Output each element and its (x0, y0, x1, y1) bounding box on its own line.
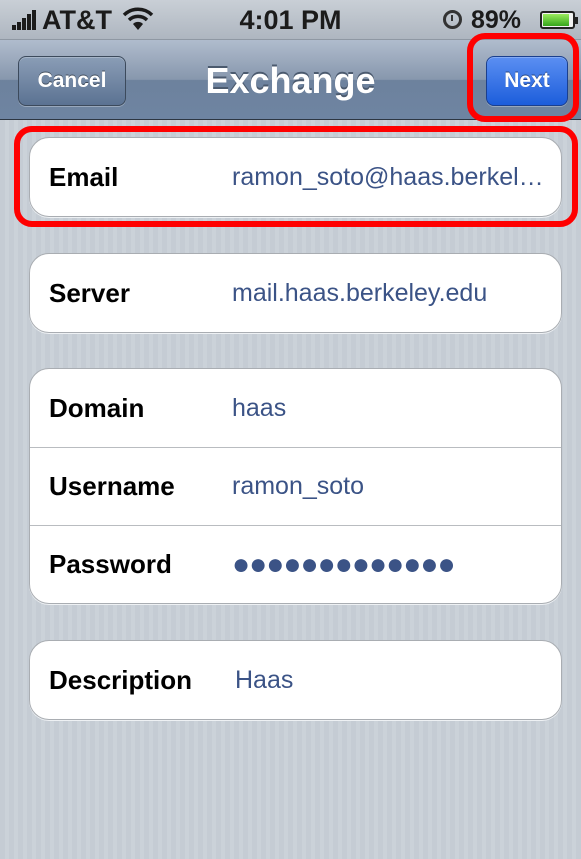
password-field[interactable]: Password ●●●●●●●●●●●●● (30, 525, 561, 603)
email-value[interactable]: ramon_soto@haas.berkel… (232, 163, 544, 192)
email-label: Email (49, 161, 119, 192)
credentials-group: Domain haas Username ramon_soto Password… (29, 368, 562, 604)
status-bar: AT&T 4:01 PM 89% (0, 0, 581, 40)
username-field[interactable]: Username ramon_soto (30, 447, 561, 525)
navigation-bar: Cancel Exchange Next (0, 40, 581, 120)
server-group: Server mail.haas.berkeley.edu (29, 253, 562, 333)
battery-percent: 89% (471, 6, 522, 34)
password-value[interactable]: ●●●●●●●●●●●●● (232, 548, 456, 582)
description-field[interactable]: Description Haas (30, 641, 561, 719)
email-group: Email ramon_soto@haas.berkel… (29, 137, 562, 217)
description-group: Description Haas (29, 640, 562, 720)
username-label: Username (49, 471, 175, 501)
description-label: Description (49, 664, 193, 695)
phone-screen: AT&T 4:01 PM 89% Cancel Exchange Next Em… (0, 0, 581, 859)
alarm-clock-icon (443, 10, 462, 29)
email-field[interactable]: Email ramon_soto@haas.berkel… (30, 138, 561, 216)
battery-icon (540, 11, 578, 29)
server-label: Server (49, 277, 130, 308)
domain-value[interactable]: haas (232, 394, 286, 423)
server-field[interactable]: Server mail.haas.berkeley.edu (30, 254, 561, 332)
next-button[interactable]: Next (486, 56, 568, 106)
server-value[interactable]: mail.haas.berkeley.edu (232, 279, 487, 308)
username-value[interactable]: ramon_soto (232, 472, 364, 501)
domain-label: Domain (49, 392, 145, 423)
domain-field[interactable]: Domain haas (30, 369, 561, 447)
description-value[interactable]: Haas (235, 666, 293, 695)
password-label: Password (49, 549, 172, 579)
